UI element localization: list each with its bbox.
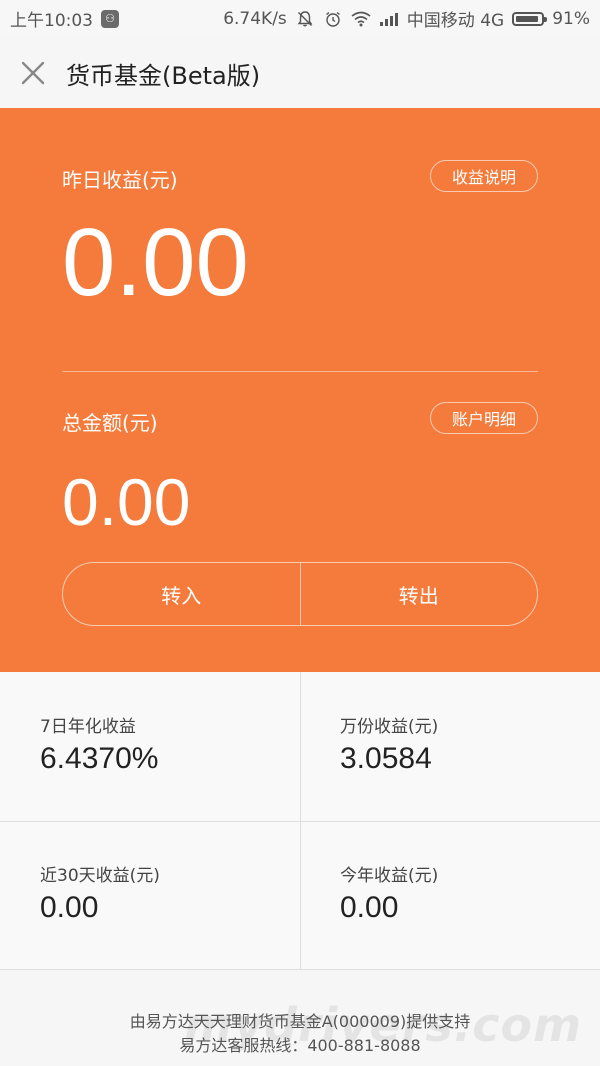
battery-icon — [512, 11, 548, 26]
battery-fill — [516, 15, 539, 22]
stat-value: 0.00 — [40, 891, 99, 924]
close-button[interactable] — [14, 54, 52, 92]
stat-per-ten-thousand: 万份收益(元) 3.0584 — [300, 672, 600, 821]
status-time: 上午10:03 — [10, 11, 93, 31]
summary-card: 昨日收益(元) 收益说明 0.00 总金额(元) 账户明细 0.00 转入 转出 — [0, 108, 600, 672]
status-left: 上午10:03 ⚇ — [10, 6, 119, 31]
close-icon — [21, 61, 45, 85]
footer: mydrivers.com 由易方达天天理财货币基金A(000009)提供支持 … — [0, 970, 600, 1066]
total-amount-value: 0.00 — [62, 465, 191, 539]
summary-divider — [62, 371, 538, 372]
yesterday-earnings-label: 昨日收益(元) — [62, 168, 178, 192]
grid-horizontal-divider — [0, 821, 600, 822]
yesterday-earnings-value: 0.00 — [62, 209, 249, 316]
carrier: 中国移动 4G — [406, 11, 505, 31]
stat-label: 7日年化收益 — [40, 717, 136, 737]
provider-note: 由易方达天天理财货币基金A(000009)提供支持 — [129, 1012, 471, 1031]
stat-value: 6.4370% — [40, 742, 159, 775]
transfer-buttons: 转入 转出 — [62, 562, 538, 626]
stat-label: 今年收益(元) — [340, 866, 439, 886]
transfer-out-button[interactable]: 转出 — [301, 563, 538, 625]
app-header: 货币基金(Beta版) — [0, 34, 600, 109]
wifi-icon — [351, 9, 371, 29]
battery-percent: 91% — [552, 8, 590, 29]
bell-off-icon — [295, 9, 315, 29]
stat-label: 近30天收益(元) — [40, 866, 160, 886]
signal-icon — [379, 9, 399, 29]
stat-value: 0.00 — [340, 891, 399, 924]
hotline-note: 易方达客服热线：400-881-8088 — [179, 1036, 421, 1055]
status-right: 6.74K/s 中国移动 4G 91% — [223, 6, 590, 32]
network-speed: 6.74K/s — [223, 8, 287, 29]
stat-last-30-days: 近30天收益(元) 0.00 — [0, 821, 300, 970]
account-details-button[interactable]: 账户明细 — [430, 402, 538, 434]
app-icon: ⚇ — [101, 9, 119, 28]
transfer-in-button[interactable]: 转入 — [63, 563, 300, 625]
stat-seven-day-yield: 7日年化收益 6.4370% — [0, 672, 300, 821]
stat-label: 万份收益(元) — [340, 717, 439, 737]
stats-grid: 7日年化收益 6.4370% 万份收益(元) 3.0584 近30天收益(元) … — [0, 672, 600, 970]
status-bar: 上午10:03 ⚇ 6.74K/s 中国移动 4G 91% — [0, 0, 600, 34]
earnings-info-button[interactable]: 收益说明 — [430, 160, 538, 192]
page-title: 货币基金(Beta版) — [66, 62, 261, 90]
total-amount-label: 总金额(元) — [62, 411, 158, 435]
stat-this-year: 今年收益(元) 0.00 — [300, 821, 600, 970]
stat-value: 3.0584 — [340, 742, 432, 775]
alarm-icon — [323, 9, 343, 29]
